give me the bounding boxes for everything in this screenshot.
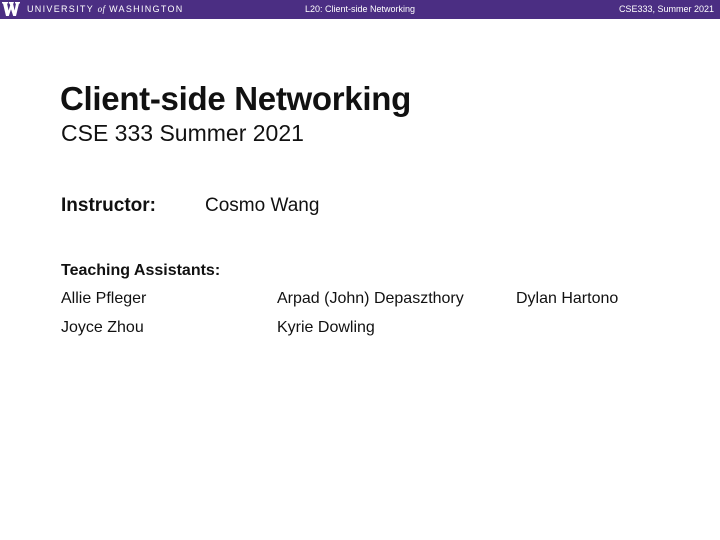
ta-name: Allie Pfleger (61, 290, 147, 307)
ta-name: Joyce Zhou (61, 319, 144, 336)
instructor-label: Instructor: (61, 195, 156, 216)
university-wordmark: UNIVERSITY of WASHINGTON (27, 3, 184, 16)
ta-name: Dylan Hartono (516, 290, 619, 307)
wordmark-washington: WASHINGTON (109, 4, 184, 14)
slide-title: Client-side Networking (60, 80, 411, 117)
ta-heading: Teaching Assistants: (61, 262, 221, 279)
ta-name: Kyrie Dowling (277, 319, 375, 336)
uw-w-logo-icon (2, 2, 20, 16)
header-bar: UNIVERSITY of WASHINGTON L20: Client-sid… (0, 0, 720, 19)
lecture-label: L20: Client-side Networking (304, 4, 416, 14)
instructor-name: Cosmo Wang (205, 195, 320, 216)
wordmark-university: UNIVERSITY (27, 4, 94, 14)
wordmark-of: of (97, 4, 106, 14)
course-label: CSE333, Summer 2021 (618, 4, 714, 14)
slide-subtitle: CSE 333 Summer 2021 (61, 120, 304, 146)
ta-name: Arpad (John) Depaszthory (277, 290, 464, 307)
